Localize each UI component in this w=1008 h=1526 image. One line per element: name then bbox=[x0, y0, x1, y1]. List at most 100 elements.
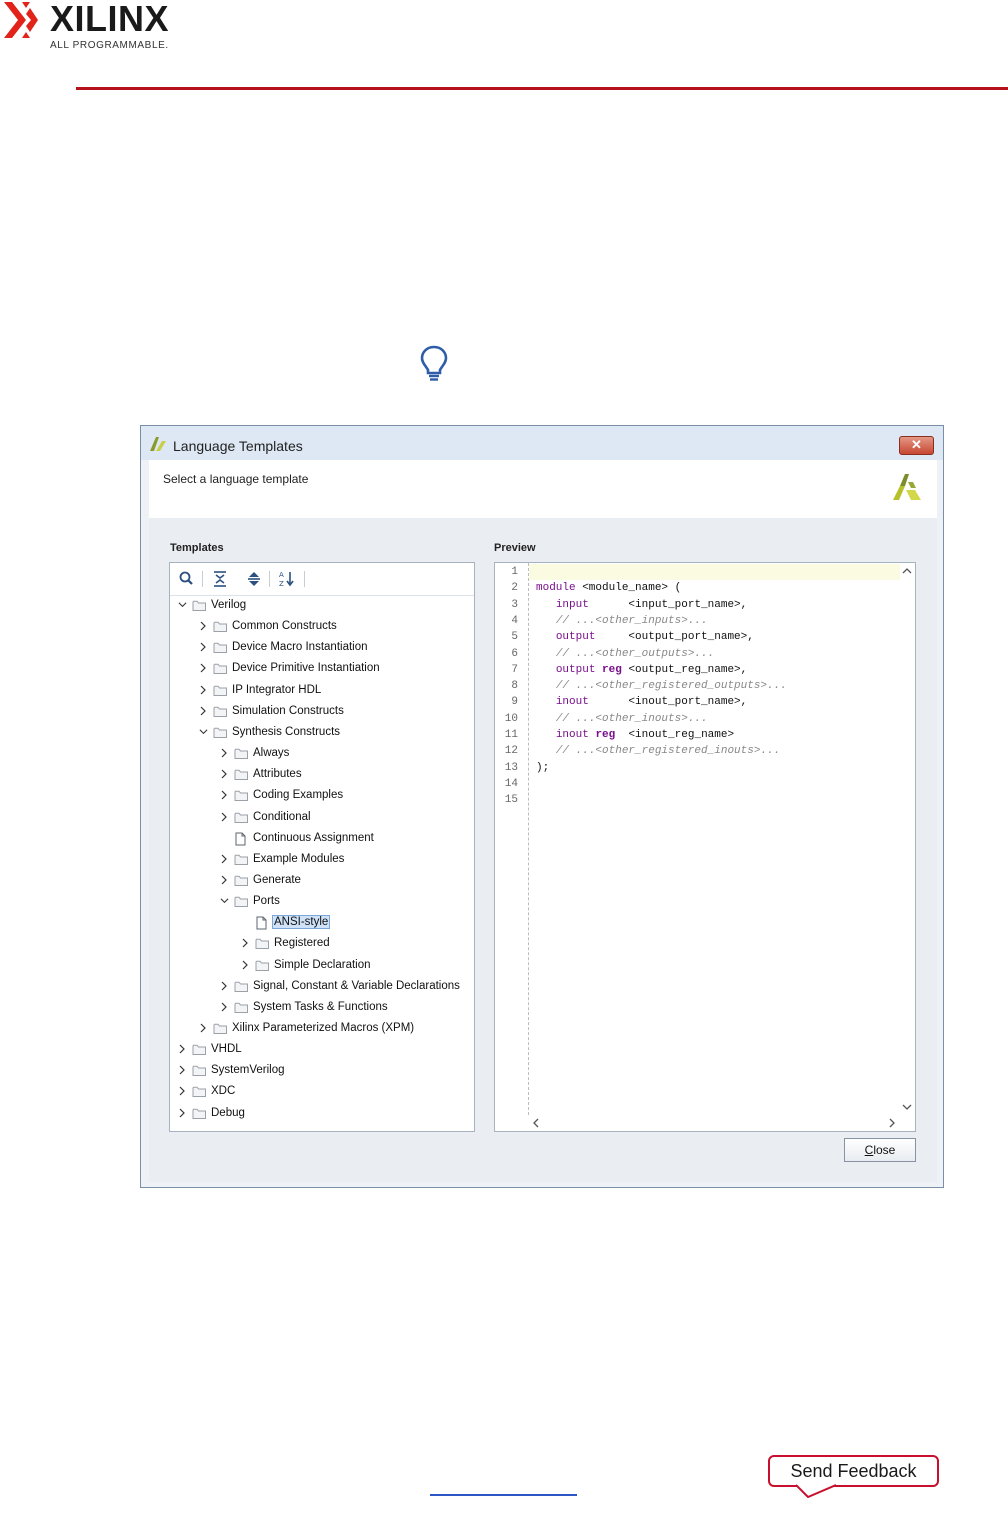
window-close-button[interactable]: ✕ bbox=[899, 436, 934, 455]
chevron-right-icon[interactable] bbox=[178, 1044, 187, 1054]
tree-node-label: Device Primitive Instantiation bbox=[232, 662, 380, 675]
chevron-right-icon[interactable] bbox=[199, 685, 208, 695]
code-keyword: reg bbox=[595, 729, 616, 741]
folder-icon bbox=[213, 684, 228, 700]
chevron-right-icon[interactable] bbox=[220, 1002, 229, 1012]
folder-icon bbox=[234, 874, 249, 890]
code-text: output <output_port_name>, bbox=[536, 631, 754, 643]
folder-icon bbox=[234, 980, 249, 996]
line-number: 1 bbox=[511, 566, 518, 578]
send-feedback-button[interactable]: Send Feedback bbox=[768, 1455, 939, 1487]
chevron-right-icon[interactable] bbox=[199, 706, 208, 716]
brand-tagline: ALL PROGRAMMABLE. bbox=[50, 40, 169, 51]
folder-icon bbox=[234, 768, 249, 784]
folder-icon bbox=[192, 1085, 207, 1101]
code-comment: // ...<other_registered_outputs>... bbox=[555, 680, 787, 693]
file-icon bbox=[234, 832, 247, 849]
code-text: // ...<other_registered_outputs>... bbox=[536, 680, 787, 692]
code-token: <output_port_name>, bbox=[595, 631, 754, 644]
code-token: <inout_port_name>, bbox=[588, 696, 748, 709]
chevron-right-icon[interactable] bbox=[220, 875, 229, 885]
feedback-callout-tail bbox=[796, 1484, 836, 1498]
vertical-scrollbar[interactable] bbox=[899, 563, 915, 1115]
dialog-header-panel: Select a language template bbox=[149, 460, 937, 519]
line-number: 9 bbox=[511, 696, 518, 709]
line-number: 3 bbox=[511, 598, 518, 611]
line-number: 7 bbox=[511, 663, 518, 676]
line-number: 12 bbox=[504, 745, 518, 758]
collapse-all-icon[interactable] bbox=[209, 569, 231, 589]
file-icon bbox=[255, 916, 268, 933]
code-keyword: inout bbox=[555, 729, 589, 741]
tree-node-label: Example Modules bbox=[253, 852, 345, 865]
code-comment: // ...<other_inputs>... bbox=[555, 614, 708, 627]
line-number: 11 bbox=[504, 729, 518, 741]
chevron-right-icon[interactable] bbox=[220, 854, 229, 864]
tree-node-label: Attributes bbox=[253, 768, 302, 781]
code-text: module <module_name> ( bbox=[536, 582, 681, 594]
folder-icon bbox=[213, 620, 228, 636]
language-templates-dialog: Language Templates ✕ Select a language t… bbox=[140, 425, 944, 1188]
sort-icon[interactable]: AZ bbox=[276, 569, 298, 589]
tree-node-label: Conditional bbox=[253, 810, 311, 823]
dialog-titlebar[interactable]: Language Templates ✕ bbox=[141, 426, 943, 460]
tree-node-label: System Tasks & Functions bbox=[253, 1000, 388, 1013]
folder-icon bbox=[234, 747, 249, 763]
tree-node-label: Ports bbox=[253, 895, 280, 908]
chevron-right-icon[interactable] bbox=[220, 748, 229, 758]
chevron-right-icon[interactable] bbox=[241, 938, 250, 948]
code-text: // ...<other_inouts>... bbox=[536, 713, 708, 725]
folder-icon bbox=[213, 641, 228, 657]
code-comment: // ...<other_inouts>... bbox=[555, 712, 708, 725]
code-token: <module_name> ( bbox=[575, 582, 682, 595]
chevron-right-icon[interactable] bbox=[178, 1086, 187, 1096]
code-keyword: output bbox=[555, 631, 596, 644]
tree-node-label: Always bbox=[253, 747, 290, 760]
folder-icon bbox=[192, 1064, 207, 1080]
folder-icon bbox=[213, 1022, 228, 1038]
folder-icon bbox=[234, 811, 249, 827]
chevron-right-icon[interactable] bbox=[241, 960, 250, 970]
chevron-right-icon[interactable] bbox=[178, 1065, 187, 1075]
chevron-down-icon[interactable] bbox=[199, 727, 208, 737]
chevron-right-icon[interactable] bbox=[220, 981, 229, 991]
tree-node-label: Coding Examples bbox=[253, 789, 344, 802]
code-token: <input_port_name>, bbox=[588, 598, 748, 611]
expand-all-icon[interactable] bbox=[243, 569, 265, 589]
chevron-right-icon[interactable] bbox=[220, 769, 229, 779]
lightbulb-icon bbox=[419, 344, 449, 382]
footer-link-underline[interactable] bbox=[430, 1494, 577, 1496]
folder-icon bbox=[234, 853, 249, 869]
chevron-right-icon[interactable] bbox=[199, 663, 208, 673]
chevron-right-icon[interactable] bbox=[199, 642, 208, 652]
line-number: 15 bbox=[504, 794, 518, 807]
chevron-right-icon[interactable] bbox=[199, 1023, 208, 1033]
code-keyword: module bbox=[536, 582, 576, 595]
close-button[interactable]: Close bbox=[844, 1138, 916, 1162]
chevron-down-icon[interactable] bbox=[220, 896, 229, 906]
code-text: // ...<other_inputs>... bbox=[536, 615, 708, 627]
chevron-down-icon[interactable] bbox=[178, 600, 187, 610]
code-keyword: reg bbox=[602, 663, 622, 676]
line-number: 14 bbox=[504, 777, 518, 790]
header-divider bbox=[76, 87, 1008, 90]
search-icon[interactable] bbox=[176, 569, 198, 589]
chevron-right-icon[interactable] bbox=[220, 812, 229, 822]
code-token: <inout_reg_name> bbox=[615, 729, 735, 741]
dialog-body: Templates Preview AZ Verilog Common Cons… bbox=[149, 518, 937, 1182]
chevron-right-icon[interactable] bbox=[220, 790, 229, 800]
chevron-right-icon[interactable] bbox=[199, 621, 208, 631]
tree-node-label: Registered bbox=[274, 937, 330, 950]
chevron-right-icon[interactable] bbox=[178, 1108, 187, 1118]
folder-icon bbox=[255, 937, 270, 953]
dialog-description: Select a language template bbox=[163, 472, 309, 486]
horizontal-scrollbar[interactable] bbox=[529, 1115, 899, 1131]
code-keyword: output bbox=[555, 663, 596, 676]
code-comment: // ...<other_outputs>... bbox=[555, 647, 715, 660]
